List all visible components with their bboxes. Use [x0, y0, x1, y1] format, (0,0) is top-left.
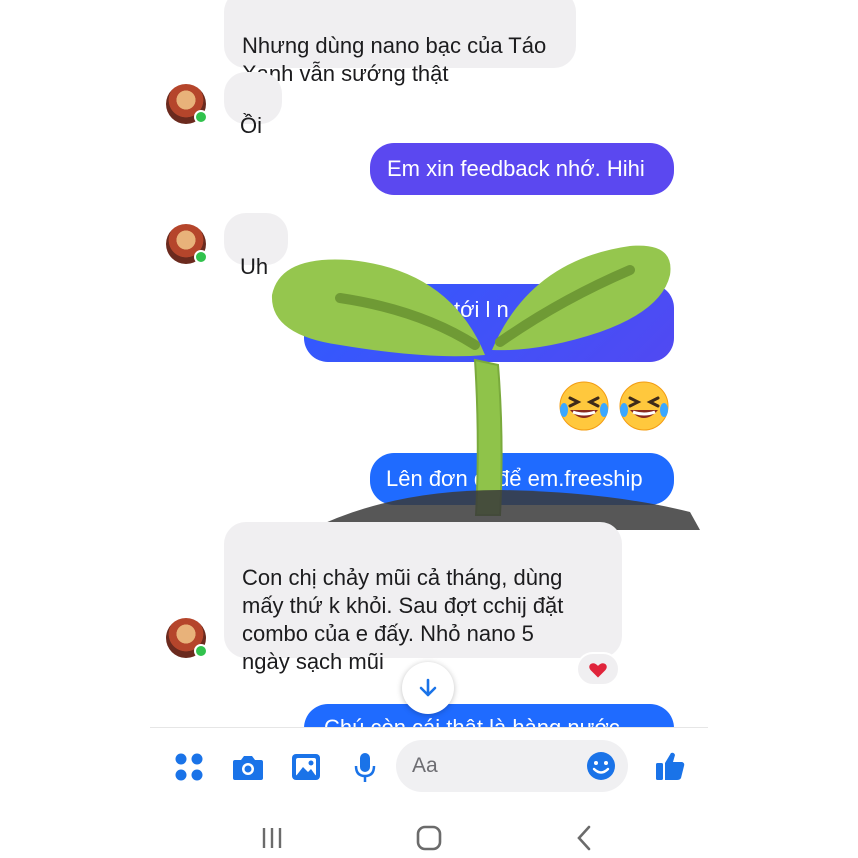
message-bubble-incoming[interactable]: Con chị chảy mũi cả tháng, dùng mấy thứ … [224, 522, 622, 674]
system-navigation-bar [150, 810, 708, 858]
camera-icon[interactable] [232, 753, 264, 781]
message-composer: Aa [150, 727, 708, 808]
online-indicator [194, 250, 208, 264]
home-icon[interactable] [416, 825, 442, 851]
sprout-sticker [271, 245, 700, 530]
message-text: Nhưng dùng nano bạc của Táo Xanh vẫn sướ… [242, 33, 547, 86]
message-text: Con chị chảy mũi cả tháng, dùng mấy thứ … [242, 565, 564, 674]
recent-apps-icon[interactable] [260, 826, 284, 850]
more-apps-icon[interactable] [174, 752, 204, 782]
online-indicator [194, 644, 208, 658]
heart-icon [589, 663, 607, 678]
emoji-icon[interactable] [586, 751, 616, 781]
microphone-icon[interactable] [353, 752, 377, 784]
like-icon[interactable] [654, 750, 686, 782]
gallery-icon[interactable] [291, 753, 321, 781]
message-bubble-incoming[interactable]: Ồi [224, 72, 282, 138]
messenger-screen: Nhưng dùng nano bạc của Táo Xanh vẫn sướ… [150, 0, 708, 858]
message-text: Em xin feedback nhớ. Hihi [387, 156, 645, 181]
heart-reaction[interactable] [576, 652, 620, 686]
online-indicator [194, 110, 208, 124]
message-input[interactable]: Aa [396, 740, 628, 792]
message-input-placeholder: Aa [412, 754, 438, 777]
message-text: Uh [240, 254, 269, 279]
scroll-to-bottom-button[interactable] [402, 662, 454, 714]
back-icon[interactable] [574, 825, 594, 851]
message-bubble-incoming[interactable]: Nhưng dùng nano bạc của Táo Xanh vẫn sướ… [224, 0, 576, 86]
message-text: Ồi [240, 113, 262, 138]
message-bubble-outgoing[interactable]: Em xin feedback nhớ. Hihi [370, 143, 674, 195]
avatar[interactable] [166, 618, 208, 658]
avatar[interactable] [166, 224, 208, 264]
avatar[interactable] [166, 84, 208, 124]
arrow-down-icon [419, 678, 437, 697]
